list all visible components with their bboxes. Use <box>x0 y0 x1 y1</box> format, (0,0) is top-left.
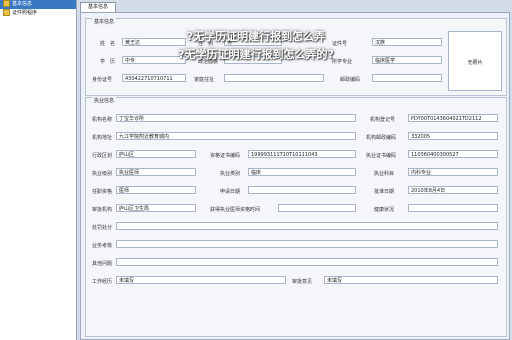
scope-field[interactable]: 内科专业 <box>408 168 498 176</box>
license-code-field[interactable]: 110360400300527 <box>408 150 498 158</box>
obtain-label: 获得执业医师资格时间 <box>210 207 261 213</box>
zip-field[interactable] <box>372 74 442 82</box>
duty-field[interactable]: 医师 <box>116 186 196 194</box>
punish-field[interactable] <box>116 222 498 230</box>
cert-code-field[interactable]: 199993111T10T10111043 <box>248 150 356 158</box>
address-field[interactable] <box>224 74 324 82</box>
level-field[interactable]: 执业医师 <box>116 168 196 176</box>
inst-zip-label: 机构邮政编码 <box>366 135 397 141</box>
health-label: 健康状况 <box>374 207 395 213</box>
inst-addr-field[interactable]: 九江学院附近教育城内 <box>116 132 356 140</box>
region-field[interactable]: 庐山区 <box>116 150 196 158</box>
address-label: 家庭住址 <box>194 77 215 83</box>
authority-label: 审批机构 <box>92 207 113 213</box>
inst-zip-field[interactable]: 332005 <box>408 132 498 140</box>
idcard-field[interactable]: 430422710710711 <box>122 74 186 82</box>
type-field[interactable]: 临床 <box>248 168 356 176</box>
inst-addr-label: 机构地址 <box>92 135 113 141</box>
practice-info-group: 执业信息 机构名称 丁宝华诊所 机构登记号 PDY00T0143604021TD… <box>85 97 507 337</box>
zip-label: 邮政编码 <box>340 77 361 83</box>
folder-icon <box>3 9 10 16</box>
approve-date-label: 批准日期 <box>374 189 395 195</box>
level-label: 执业级别 <box>92 171 113 177</box>
other-field[interactable] <box>116 258 498 266</box>
assess-label: 业务考核 <box>92 243 113 249</box>
type-label: 执业类别 <box>220 171 241 177</box>
opinion-label: 审批意见 <box>292 279 313 285</box>
region-label: 行政区划 <box>92 153 113 159</box>
inst-reg-label: 机构登记号 <box>370 117 396 123</box>
cert-code-label: 资格证书编码 <box>210 153 241 159</box>
apply-date-field[interactable] <box>248 186 356 194</box>
sidebar-item-label: 基本信息 <box>12 1 33 7</box>
inst-name-field[interactable]: 丁宝华诊所 <box>116 114 356 122</box>
inst-name-label: 机构名称 <box>92 117 113 123</box>
license-code-label: 执业证书编码 <box>366 153 397 159</box>
watermark-line-1: ?无学历证明建行报到怎么弄 <box>186 30 326 43</box>
other-label: 其他问题 <box>92 261 113 267</box>
basic-info-title: 基本信息 <box>92 18 117 25</box>
work-label: 工作经历 <box>92 279 113 285</box>
health-field[interactable] <box>408 204 498 212</box>
apply-date-label: 申请日期 <box>220 189 241 195</box>
sidebar-item-label: 证件照程序 <box>12 10 38 16</box>
approve-date-field[interactable]: 2010年8月4日 <box>408 186 498 194</box>
assess-field[interactable] <box>116 240 498 248</box>
sidebar-item-photo-program[interactable]: 证件照程序 <box>0 9 76 18</box>
obtain-field[interactable] <box>278 204 356 212</box>
work-field[interactable]: 未填写 <box>116 276 286 284</box>
authority-field[interactable]: 庐山区卫生局 <box>116 204 196 212</box>
idcard-label: 身份证号 <box>92 77 113 83</box>
punish-label: 处罚处分 <box>92 225 113 231</box>
scope-label: 执业科目 <box>374 171 395 177</box>
opinion-field[interactable]: 未填写 <box>324 276 498 284</box>
inst-reg-field[interactable]: PDY00T0143604021TD2112 <box>408 114 498 122</box>
sidebar-item-basic-info[interactable]: 基本信息 <box>0 0 76 9</box>
tab-basic-info[interactable]: 基本信息 <box>80 2 116 12</box>
folder-icon <box>3 0 10 7</box>
duty-label: 任职资格 <box>92 189 113 195</box>
watermark-line-2: ?无学历证明建行报到怎么弄的? <box>178 48 334 61</box>
practice-info-title: 执业信息 <box>92 97 117 104</box>
